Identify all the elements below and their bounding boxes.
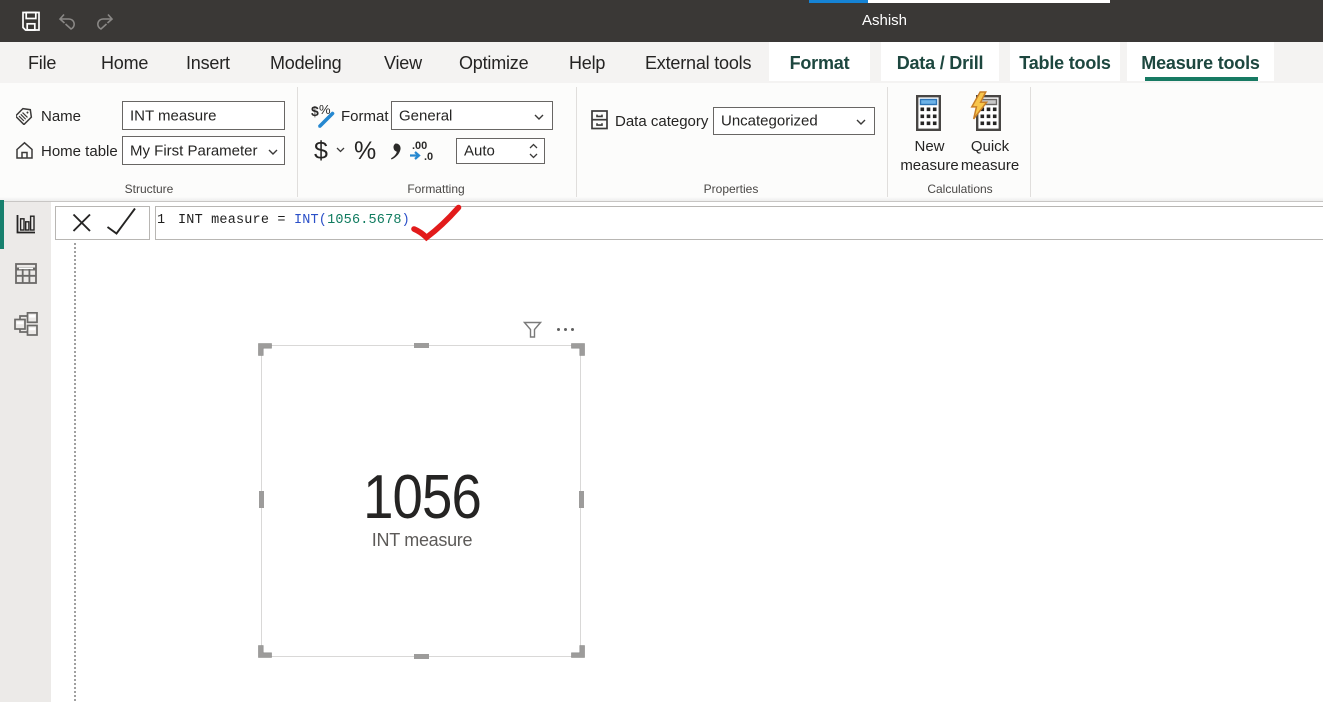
- svg-text:.0: .0: [424, 151, 433, 163]
- svg-text:$: $: [311, 103, 319, 119]
